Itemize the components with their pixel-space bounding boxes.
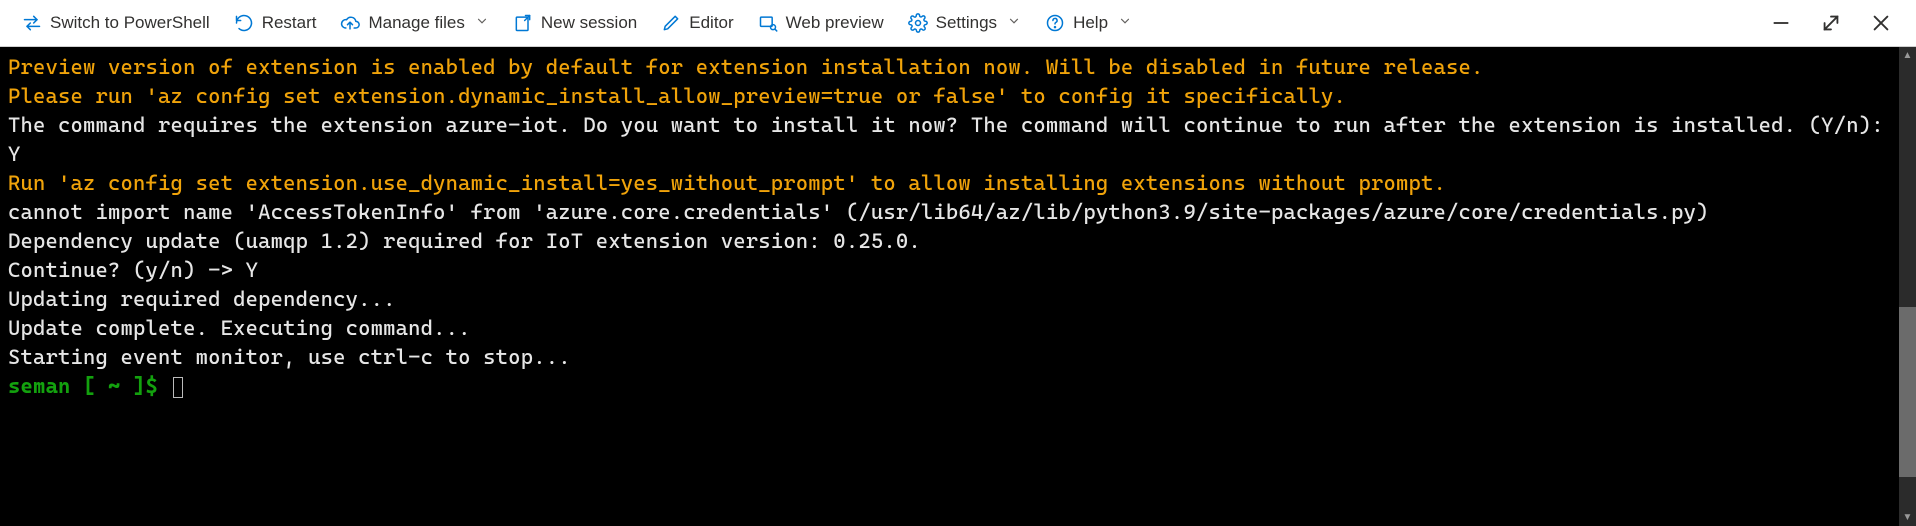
new-session-label: New session xyxy=(541,13,637,33)
terminal-line: Starting event monitor, use ctrl-c to st… xyxy=(8,343,1891,372)
help-icon xyxy=(1045,13,1065,33)
new-session-icon xyxy=(513,13,533,33)
terminal-line: Dependency update (uamqp 1.2) required f… xyxy=(8,227,1891,256)
restart-label: Restart xyxy=(262,13,317,33)
terminal-line: Run 'az config set extension.use_dynamic… xyxy=(8,169,1891,198)
terminal-line: Update complete. Executing command... xyxy=(8,314,1891,343)
terminal-prompt[interactable]: seman [ ~ ]$ xyxy=(8,372,1891,401)
close-button[interactable] xyxy=(1870,12,1892,34)
window-controls xyxy=(1770,12,1904,34)
manage-files-button[interactable]: Manage files xyxy=(330,7,498,39)
cloud-upload-icon xyxy=(340,13,360,33)
settings-button[interactable]: Settings xyxy=(898,7,1031,39)
terminal-line: The command requires the extension azure… xyxy=(8,111,1891,169)
cursor xyxy=(173,377,183,398)
web-preview-button[interactable]: Web preview xyxy=(748,7,894,39)
maximize-button[interactable] xyxy=(1820,12,1842,34)
restart-button[interactable]: Restart xyxy=(224,7,327,39)
web-preview-label: Web preview xyxy=(786,13,884,33)
terminal-line: Updating required dependency... xyxy=(8,285,1891,314)
web-preview-icon xyxy=(758,13,778,33)
scrollbar[interactable]: ▲ ▼ xyxy=(1899,47,1916,526)
editor-button[interactable]: Editor xyxy=(651,7,743,39)
switch-shell-label: Switch to PowerShell xyxy=(50,13,210,33)
terminal-line: Please run 'az config set extension.dyna… xyxy=(8,82,1891,111)
manage-files-label: Manage files xyxy=(368,13,464,33)
settings-label: Settings xyxy=(936,13,997,33)
chevron-down-icon xyxy=(1007,13,1021,33)
terminal[interactable]: Preview version of extension is enabled … xyxy=(0,47,1899,526)
swap-icon xyxy=(22,13,42,33)
help-button[interactable]: Help xyxy=(1035,7,1142,39)
scroll-thumb[interactable] xyxy=(1899,307,1916,477)
toolbar: Switch to PowerShell Restart Manage file… xyxy=(0,0,1916,47)
terminal-line: cannot import name 'AccessTokenInfo' fro… xyxy=(8,198,1891,227)
new-session-button[interactable]: New session xyxy=(503,7,647,39)
chevron-down-icon xyxy=(475,13,489,33)
editor-label: Editor xyxy=(689,13,733,33)
pencil-icon xyxy=(661,13,681,33)
scroll-up-arrow[interactable]: ▲ xyxy=(1899,47,1916,64)
gear-icon xyxy=(908,13,928,33)
scroll-down-arrow[interactable]: ▼ xyxy=(1899,509,1916,526)
restart-icon xyxy=(234,13,254,33)
switch-shell-button[interactable]: Switch to PowerShell xyxy=(12,7,220,39)
terminal-panel: Preview version of extension is enabled … xyxy=(0,47,1916,526)
help-label: Help xyxy=(1073,13,1108,33)
chevron-down-icon xyxy=(1118,13,1132,33)
terminal-line: Continue? (y/n) -> Y xyxy=(8,256,1891,285)
terminal-line: Preview version of extension is enabled … xyxy=(8,53,1891,82)
minimize-button[interactable] xyxy=(1770,12,1792,34)
